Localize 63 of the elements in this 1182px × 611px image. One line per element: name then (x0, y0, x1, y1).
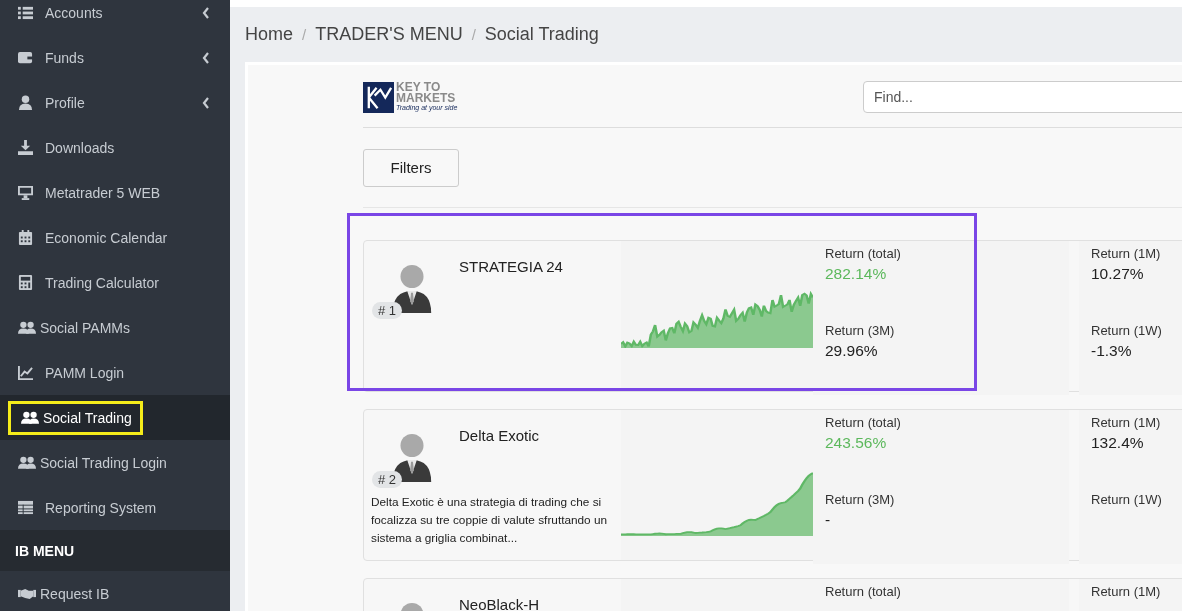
stat-value: 243.56% (825, 434, 888, 452)
line-chart-icon (18, 365, 33, 380)
calendar-icon (18, 230, 33, 245)
users-icon (21, 410, 39, 425)
stat-label: Return (1W) (1091, 323, 1163, 338)
sidebar-item[interactable]: Social PAMMs (0, 305, 230, 350)
breadcrumb-separator: / (471, 26, 476, 43)
sidebar-item[interactable]: Social Trading Login (0, 440, 230, 485)
calculator-icon (18, 275, 33, 290)
table-icon (18, 500, 33, 515)
stat-label: Return (total) (825, 246, 902, 261)
sidebar-item[interactable]: Economic Calendar (0, 215, 230, 260)
sidebar-item[interactable]: Social Trading (8, 400, 143, 435)
strategy-name: Delta Exotic (459, 426, 540, 446)
download-icon (18, 140, 33, 155)
logo-text: KEY TO (396, 82, 441, 93)
strategy-description: Delta Exotic è una strategia di trading che si focalizza su tre coppie di valute sfruttando un sistema a griglia combinat... (371, 494, 609, 547)
stat-label: Return (1W) (1091, 492, 1163, 507)
stat-value: -1.3% (1091, 342, 1133, 360)
stat-label: Return (3M) (825, 492, 896, 507)
section-header: IB MENU (0, 530, 230, 571)
stat-value: 10.27% (1091, 265, 1145, 283)
stat-label: Return (1M) (1091, 415, 1162, 430)
logo-text: MARKETS (396, 93, 457, 104)
sidebar-item[interactable]: Request IB (0, 571, 230, 611)
stat-label: Return (3M) (825, 323, 896, 338)
stat-label: Return (total) (825, 584, 902, 599)
sidebar-item[interactable]: Reporting System (0, 485, 230, 530)
stat-label: Return (1M) (1091, 246, 1162, 261)
strategy-name: STRATEGIA 24 (459, 257, 563, 277)
breadcrumb-separator: / (302, 26, 307, 43)
sidebar-item[interactable]: Accounts (0, 0, 230, 35)
strategy-name: NeoBlack-H (459, 595, 540, 611)
stat-value: 282.14% (825, 265, 888, 283)
handshake-icon (18, 586, 36, 601)
strategy-card[interactable]: # 1 STRATEGIA 24 Return (total) 282.14% Return (1M) 10.27% Return (3M) 29.96% Return (1W) -1.3% (363, 240, 1182, 392)
filters-button[interactable]: Filters (363, 148, 459, 187)
sidebar-item[interactable]: Downloads (0, 125, 230, 170)
sidebar-item[interactable]: Funds (0, 35, 230, 80)
strategy-card[interactable] (363, 409, 1182, 561)
breadcrumb-link[interactable]: Social Trading (484, 24, 599, 45)
sidebar-item[interactable]: Trading Calculator (0, 260, 230, 305)
breadcrumb-link[interactable]: Home (245, 24, 293, 45)
rank-badge: # 2 (372, 471, 403, 488)
stat-value: 132.4% (1091, 434, 1145, 452)
sidebar-item[interactable]: Metatrader 5 WEB (0, 170, 230, 215)
rank-badge: # 1 (372, 302, 403, 319)
list-icon (18, 5, 33, 20)
stat-label: Return (total) (825, 415, 902, 430)
stat-label: Return (1M) (1091, 584, 1162, 599)
sidebar-item[interactable]: Profile (0, 80, 230, 125)
users-icon (18, 455, 36, 470)
stat-value: 29.96% (825, 342, 879, 360)
monitor-icon (18, 185, 33, 200)
strategy-card[interactable]: NeoBlack-H Return (total) Return (1M) (363, 578, 1182, 611)
breadcrumb-link[interactable]: TRADER'S MENU (315, 24, 463, 45)
logo-icon (363, 81, 394, 113)
stat-value: - (825, 511, 832, 529)
users-icon (18, 320, 36, 335)
search-field[interactable]: Find... (863, 81, 1182, 113)
user-icon (18, 95, 33, 110)
wallet-icon (18, 50, 33, 65)
sidebar-item[interactable]: PAMM Login (0, 350, 230, 395)
